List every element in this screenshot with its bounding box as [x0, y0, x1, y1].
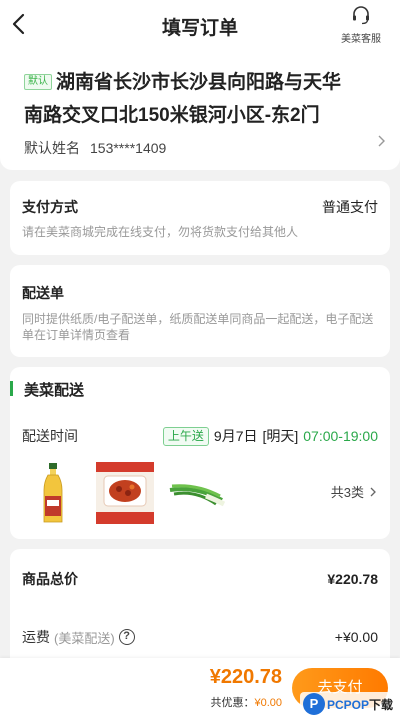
goods-total-value: ¥220.78	[327, 571, 378, 587]
green-onion-image	[169, 484, 226, 507]
header: 填写订单 美菜客服	[0, 0, 400, 48]
shipping-fee-subtext: (美菜配送)	[54, 630, 115, 646]
watermark: P PCPOP下载	[299, 692, 396, 716]
delivery-time-value[interactable]: 上午送 9月7日 [明天] 07:00-19:00	[162, 426, 378, 446]
delivery-time-row[interactable]: 配送时间 上午送 9月7日 [明天] 07:00-19:00	[22, 426, 378, 446]
shipping-fee-value: +¥0.00	[334, 629, 378, 645]
chevron-right-icon	[370, 487, 376, 496]
customer-service-button[interactable]: 美菜客服	[336, 4, 386, 45]
checkout-bar: ¥220.78 共优惠：¥0.00 去支付 P PCPOP下载	[0, 658, 400, 720]
address-text-1: 湖南省长沙市长沙县向阳路与天华	[56, 72, 342, 93]
address-line-2: 南路交叉口北150米银河小区-东2门	[24, 105, 320, 126]
shop-name-text: 美菜配送	[24, 382, 85, 399]
address-card[interactable]: 默认 湖南省长沙市长沙县向阳路与天华 南路交叉口北150米银河小区-东2门 默认姓…	[0, 48, 400, 170]
headset-icon	[353, 6, 369, 25]
spicy-meat-image	[96, 462, 154, 524]
customer-service-label: 美菜客服	[341, 34, 381, 45]
delivery-note-title: 配送单	[22, 285, 64, 301]
address-contact: 默认姓名 153****1409	[24, 138, 360, 158]
product-thumb-onion[interactable]	[166, 460, 228, 526]
delivery-time-label: 配送时间	[22, 428, 78, 444]
address-line-1: 默认 湖南省长沙市长沙县向阳路与天华	[24, 66, 360, 99]
default-address-tag: 默认	[24, 74, 52, 90]
payment-title: 支付方式	[22, 199, 78, 215]
shipping-fee-label: 运费 (美菜配送) ?	[22, 627, 135, 647]
goods-total-label: 商品总价	[22, 571, 78, 587]
shipping-fee-text: 运费	[22, 629, 50, 645]
payable-total: ¥220.78	[209, 666, 282, 688]
chevron-right-icon	[378, 135, 385, 147]
discount-value: ¥0.00	[254, 697, 282, 709]
delivery-note-hint: 同时提供纸质/电子配送单，纸质配送单同商品一起配送，电子配送单在订单详情页查看	[22, 312, 374, 342]
discount-summary: 共优惠：¥0.00	[210, 694, 282, 710]
product-count-label: 共3类	[330, 485, 364, 500]
product-count-link[interactable]: 共3类	[331, 482, 378, 501]
product-thumbnails[interactable]: 共3类	[22, 458, 378, 528]
shop-card: 美菜配送 配送时间 上午送 9月7日 [明天] 07:00-19:00 共3类	[10, 367, 390, 539]
delivery-day: [明天]	[262, 428, 299, 444]
delivery-date: 9月7日	[213, 428, 258, 444]
question-icon[interactable]: ?	[118, 629, 135, 645]
price-summary-card: 商品总价 ¥220.78 运费 (美菜配送) ? +¥0.00	[10, 549, 390, 674]
product-thumb-meat[interactable]	[94, 460, 156, 526]
watermark-brand: PCPOP	[326, 697, 369, 712]
watermark-logo-icon: P	[302, 693, 325, 715]
delivery-time-range: 07:00-19:00	[303, 428, 378, 444]
watermark-text: PCPOP下载	[327, 696, 393, 713]
shop-name: 美菜配送	[10, 379, 378, 400]
product-thumb-oil[interactable]	[22, 460, 84, 526]
time-slot-tag: 上午送	[162, 426, 209, 446]
watermark-suffix: 下载	[368, 697, 393, 712]
contact-name: 默认姓名	[24, 140, 80, 156]
shop-accent-bar	[10, 381, 13, 396]
contact-phone: 153****1409	[90, 140, 167, 156]
delivery-note-card: 配送单 同时提供纸质/电子配送单，纸质配送单同商品一起配送，电子配送单在订单详情…	[10, 265, 390, 357]
payment-hint: 请在美菜商城完成在线支付，勿将货款支付给其他人	[22, 225, 299, 239]
discount-label: 共优惠：	[210, 697, 255, 709]
oil-bottle-image	[43, 463, 63, 523]
payment-card[interactable]: 支付方式 普通支付 请在美菜商城完成在线支付，勿将货款支付给其他人	[10, 181, 390, 255]
payment-method-value[interactable]: 普通支付	[322, 197, 378, 217]
